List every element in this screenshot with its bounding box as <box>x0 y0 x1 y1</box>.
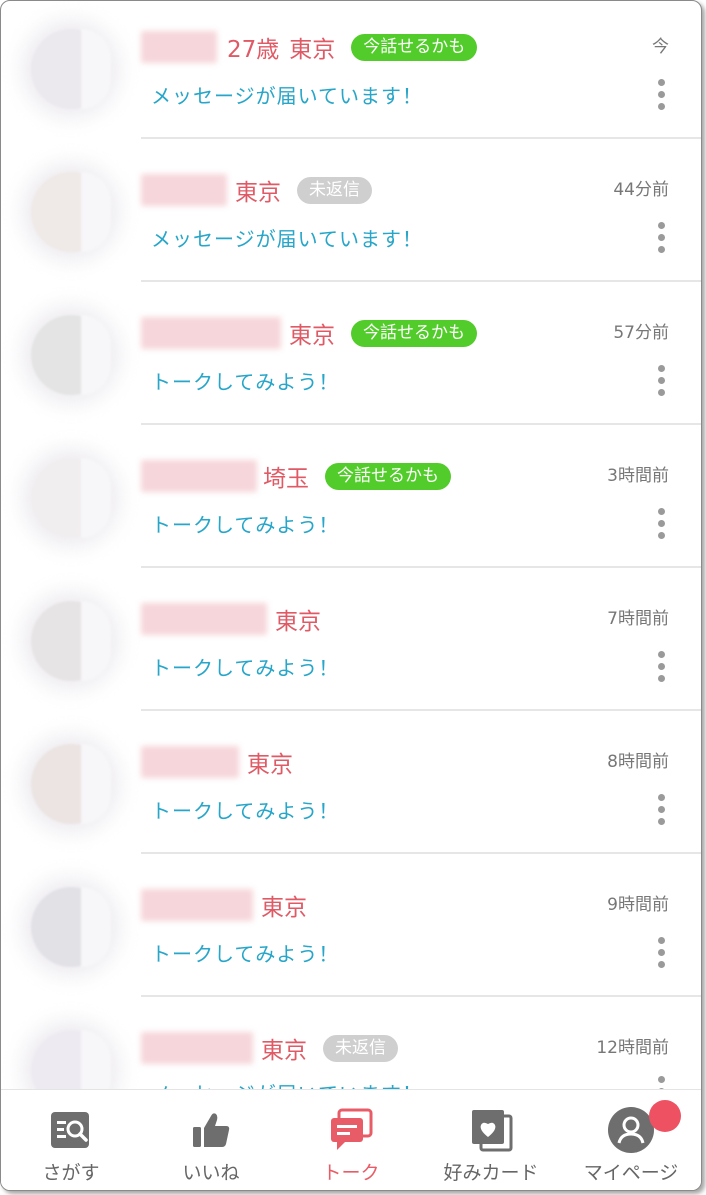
name-redacted <box>141 746 239 778</box>
divider <box>141 280 701 282</box>
message-preview: メッセージが届いています！ <box>151 1078 423 1089</box>
status-badge: 未返信 <box>323 1034 398 1062</box>
tab-search-label: さがす <box>42 1162 100 1184</box>
tab-cards-label: 好みカード <box>443 1162 539 1184</box>
user-meta: 東京 <box>275 603 321 635</box>
message-preview: トークしてみよう！ <box>151 942 340 966</box>
name-redacted <box>141 317 281 349</box>
tab-mypage[interactable]: マイページ <box>561 1090 701 1190</box>
status-badge: 未返信 <box>297 176 372 204</box>
list-item[interactable]: 東京 8時間前 トークしてみよう！ <box>1 716 701 859</box>
user-meta: 東京 <box>261 889 307 921</box>
list-item[interactable]: 27歳 東京 今話せるかも 今 メッセージが届いています！ <box>1 1 701 144</box>
location-label: 埼玉 <box>263 466 309 492</box>
location-label: 東京 <box>289 37 336 63</box>
location-label: 東京 <box>247 752 293 778</box>
tab-likes-label: いいね <box>182 1162 240 1184</box>
user-meta: 東京 今話せるかも <box>289 317 477 349</box>
timestamp: 今 <box>652 37 669 57</box>
more-vertical-icon[interactable] <box>653 508 669 542</box>
more-vertical-icon[interactable] <box>653 79 669 113</box>
more-vertical-icon[interactable] <box>653 651 669 685</box>
avatar[interactable] <box>31 315 111 395</box>
avatar[interactable] <box>31 887 111 967</box>
name-redacted <box>141 603 267 635</box>
chat-icon <box>331 1108 373 1150</box>
message-preview: トークしてみよう！ <box>151 513 340 537</box>
name-redacted <box>141 460 257 492</box>
age-label: 27歳 <box>227 37 280 63</box>
list-item[interactable]: 東京 未返信 12時間前 メッセージが届いています！ <box>1 1002 701 1089</box>
app-frame: 27歳 東京 今話せるかも 今 メッセージが届いています！ 東京 未返信 44分… <box>0 0 702 1191</box>
timestamp: 12時間前 <box>596 1038 669 1058</box>
more-vertical-icon[interactable] <box>653 937 669 971</box>
more-vertical-icon[interactable] <box>653 1076 669 1089</box>
user-meta: 埼玉 今話せるかも <box>263 460 451 492</box>
timestamp: 8時間前 <box>607 752 669 772</box>
notification-dot <box>649 1100 681 1132</box>
user-meta: 東京 未返信 <box>261 1032 398 1064</box>
more-vertical-icon[interactable] <box>653 365 669 399</box>
more-vertical-icon[interactable] <box>653 222 669 256</box>
list-item[interactable]: 東京 未返信 44分前 メッセージが届いています！ <box>1 144 701 287</box>
user-meta: 東京 <box>247 746 293 778</box>
avatar[interactable] <box>31 29 111 109</box>
status-badge: 今話せるかも <box>351 33 478 61</box>
name-redacted <box>141 31 217 63</box>
divider <box>141 852 701 854</box>
search-icon <box>51 1112 89 1148</box>
list-item[interactable]: 東京 9時間前 トークしてみよう！ <box>1 859 701 1002</box>
timestamp: 3時間前 <box>607 466 669 486</box>
status-badge: 今話せるかも <box>351 319 477 347</box>
location-label: 東京 <box>261 895 307 921</box>
message-preview: メッセージが届いています！ <box>151 84 423 108</box>
tab-likes[interactable]: いいね <box>141 1090 281 1190</box>
profile-icon <box>608 1107 654 1153</box>
name-redacted <box>141 174 227 206</box>
list-item[interactable]: 埼玉 今話せるかも 3時間前 トークしてみよう！ <box>1 430 701 573</box>
status-badge: 今話せるかも <box>325 462 451 490</box>
name-redacted <box>141 889 253 921</box>
tab-talk[interactable]: トーク <box>281 1090 421 1190</box>
location-label: 東京 <box>261 1038 307 1064</box>
divider <box>141 137 701 139</box>
message-preview: トークしてみよう！ <box>151 370 340 394</box>
user-meta: 東京 未返信 <box>235 174 372 206</box>
message-preview: トークしてみよう！ <box>151 656 340 680</box>
user-meta: 27歳 東京 今話せるかも <box>227 31 478 63</box>
list-item[interactable]: 東京 7時間前 トークしてみよう！ <box>1 573 701 716</box>
location-label: 東京 <box>235 180 281 206</box>
name-redacted <box>141 1032 253 1064</box>
message-preview: トークしてみよう！ <box>151 799 340 823</box>
location-label: 東京 <box>289 323 335 349</box>
timestamp: 7時間前 <box>607 609 669 629</box>
heart-card-icon <box>472 1110 513 1152</box>
divider <box>141 423 701 425</box>
timestamp: 9時間前 <box>607 895 669 915</box>
message-preview: メッセージが届いています！ <box>151 227 423 251</box>
divider <box>141 566 701 568</box>
avatar[interactable] <box>31 458 111 538</box>
timestamp: 44分前 <box>613 180 669 200</box>
tab-mypage-label: マイページ <box>583 1162 679 1184</box>
divider <box>141 709 701 711</box>
avatar[interactable] <box>31 744 111 824</box>
bottom-tab-bar: さがす いいね トーク 好みカード マイページ <box>1 1089 701 1190</box>
avatar[interactable] <box>31 601 111 681</box>
avatar[interactable] <box>31 1030 111 1089</box>
more-vertical-icon[interactable] <box>653 794 669 828</box>
location-label: 東京 <box>275 609 321 635</box>
timestamp: 57分前 <box>613 323 669 343</box>
divider <box>141 995 701 997</box>
avatar[interactable] <box>31 172 111 252</box>
tab-search[interactable]: さがす <box>1 1090 141 1190</box>
tab-cards[interactable]: 好みカード <box>421 1090 561 1190</box>
talk-list[interactable]: 27歳 東京 今話せるかも 今 メッセージが届いています！ 東京 未返信 44分… <box>1 1 701 1089</box>
tab-talk-label: トーク <box>322 1162 380 1184</box>
thumbs-up-icon <box>193 1113 230 1147</box>
list-item[interactable]: 東京 今話せるかも 57分前 トークしてみよう！ <box>1 287 701 430</box>
